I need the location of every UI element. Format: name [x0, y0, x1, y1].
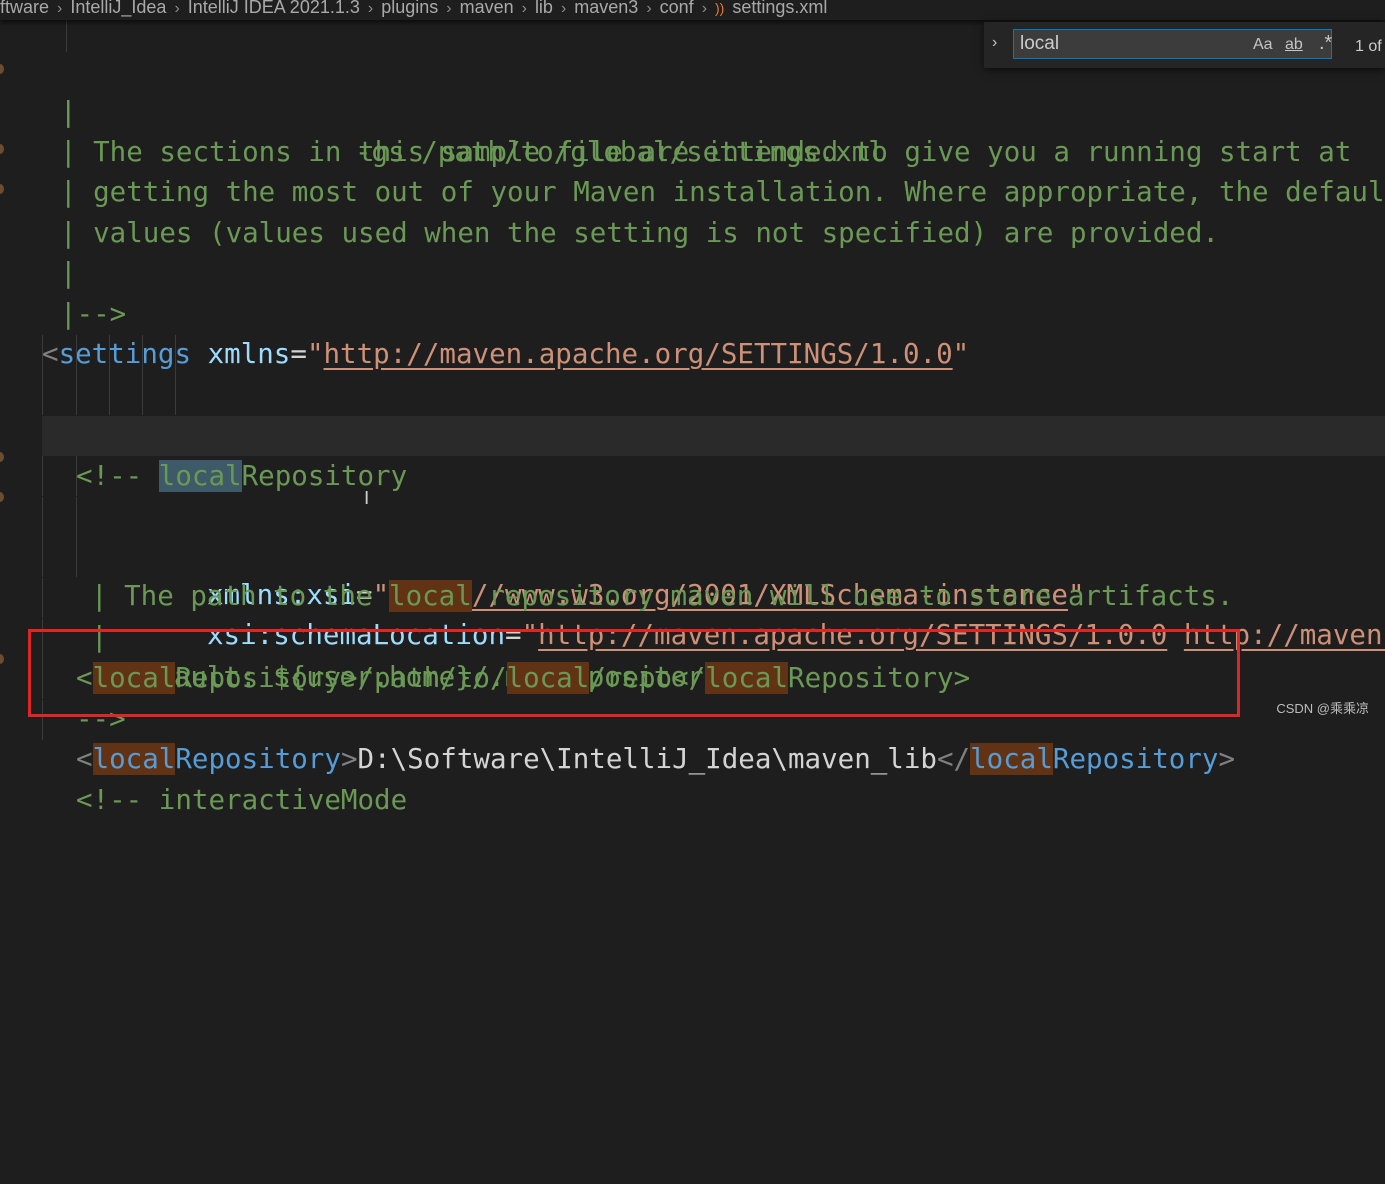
- code-line: | getting the most out of your Maven ins…: [0, 132, 1385, 208]
- tag-name: Repository: [1052, 743, 1219, 775]
- indent-guide: [42, 497, 43, 537]
- indent-guide: [42, 456, 43, 496]
- search-match: local: [970, 743, 1053, 775]
- code-line: | The sections in this sample file are i…: [0, 92, 1385, 168]
- indent-guide: [76, 497, 77, 537]
- chevron-right-icon: ›: [446, 0, 452, 17]
- indent-guide: [76, 335, 77, 375]
- breadcrumb-file[interactable]: settings.xml: [732, 0, 827, 16]
- breadcrumb-item[interactable]: ftware: [0, 0, 49, 16]
- annotation-highlight-box: [28, 629, 1240, 717]
- find-widget: › Aa ab .* 1 of: [984, 22, 1385, 68]
- indent-guide: [76, 456, 77, 496]
- indent-guide: [142, 375, 143, 415]
- watermark-text: CSDN @乘乘凉: [1276, 701, 1369, 716]
- match-count: 1 of: [1355, 38, 1382, 55]
- breadcrumb: ftware › IntelliJ_Idea › IntelliJ IDEA 2021.…: [0, 0, 1385, 20]
- code-line: |: [0, 497, 1385, 653]
- code-editor[interactable]: | -gs /path/to/global/settings.xml | | T…: [0, 0, 1385, 816]
- code-line: | values (values used when the setting i…: [0, 173, 1385, 249]
- tag-bracket: <: [76, 743, 93, 775]
- code-line: | Default: ${user.home}/.m2/repository: [0, 537, 1385, 693]
- rss-file-icon: )): [715, 0, 725, 16]
- chevron-right-icon: ›: [560, 0, 567, 17]
- indent-guide: [109, 335, 110, 375]
- indent-guide: [109, 375, 110, 415]
- chevron-right-icon: ›: [367, 0, 374, 17]
- chevron-right-icon: ›: [701, 0, 708, 17]
- indent-guide: [175, 335, 176, 375]
- breadcrumb-item[interactable]: plugins: [381, 0, 438, 16]
- indent-guide: [175, 375, 176, 415]
- code-line: <settings xmlns="http://maven.apache.org…: [0, 294, 1385, 370]
- chevron-right-icon: ›: [57, 0, 63, 17]
- breadcrumb-item[interactable]: IntelliJ IDEA 2021.1.3: [188, 0, 360, 16]
- indent-guide: [76, 537, 77, 577]
- tag-bracket: >: [1218, 743, 1236, 775]
- indent-guide: [42, 335, 43, 375]
- code-line: |: [0, 213, 1385, 289]
- regex-icon[interactable]: .*: [1319, 32, 1332, 55]
- find-input-box[interactable]: Aa ab .*: [1013, 29, 1332, 59]
- breadcrumb-item[interactable]: conf: [660, 0, 694, 16]
- code-line: xmlns:xsi="http://www.w3.org/2001/XMLSch…: [0, 335, 1385, 611]
- breadcrumb-item[interactable]: maven3: [574, 0, 638, 16]
- search-match: local: [92, 743, 176, 775]
- comment-text: <!-- interactiveMode: [76, 784, 408, 816]
- text-cursor-icon: I: [364, 488, 370, 509]
- breadcrumb-item[interactable]: maven: [460, 0, 514, 16]
- tag-name: Repository: [175, 743, 341, 775]
- indent-guide: [42, 537, 43, 577]
- breadcrumb-item[interactable]: lib: [535, 0, 553, 16]
- code-line: | The path to the local repository maven…: [0, 456, 1385, 612]
- current-line: <!-- localRepository: [42, 416, 1385, 492]
- tag-bracket: >: [340, 743, 358, 775]
- code-line: xsi:schemaLocation="http://maven.apache.…: [0, 375, 1385, 651]
- chevron-right-icon: ›: [521, 0, 527, 17]
- indent-guide: [76, 375, 77, 415]
- chevron-right-icon[interactable]: ›: [992, 34, 997, 52]
- indent-guide: [142, 335, 143, 375]
- code-line: <localRepository>/path/to/local/repo</lo…: [0, 578, 1385, 694]
- tag-bracket: </: [936, 743, 971, 775]
- breadcrumb-item[interactable]: IntelliJ_Idea: [70, 0, 166, 16]
- find-input[interactable]: [1020, 33, 1240, 55]
- chevron-right-icon: ›: [646, 0, 652, 17]
- code-line: |-->: [0, 254, 1385, 330]
- match-case-icon[interactable]: Aa: [1253, 36, 1273, 54]
- indent-guide: [42, 375, 43, 415]
- indent-guide: [42, 578, 43, 618]
- repository-path-value: D:\Software\IntelliJ_Idea\maven_lib: [357, 743, 937, 775]
- whole-word-icon[interactable]: ab: [1285, 36, 1303, 54]
- chevron-right-icon: ›: [174, 0, 180, 17]
